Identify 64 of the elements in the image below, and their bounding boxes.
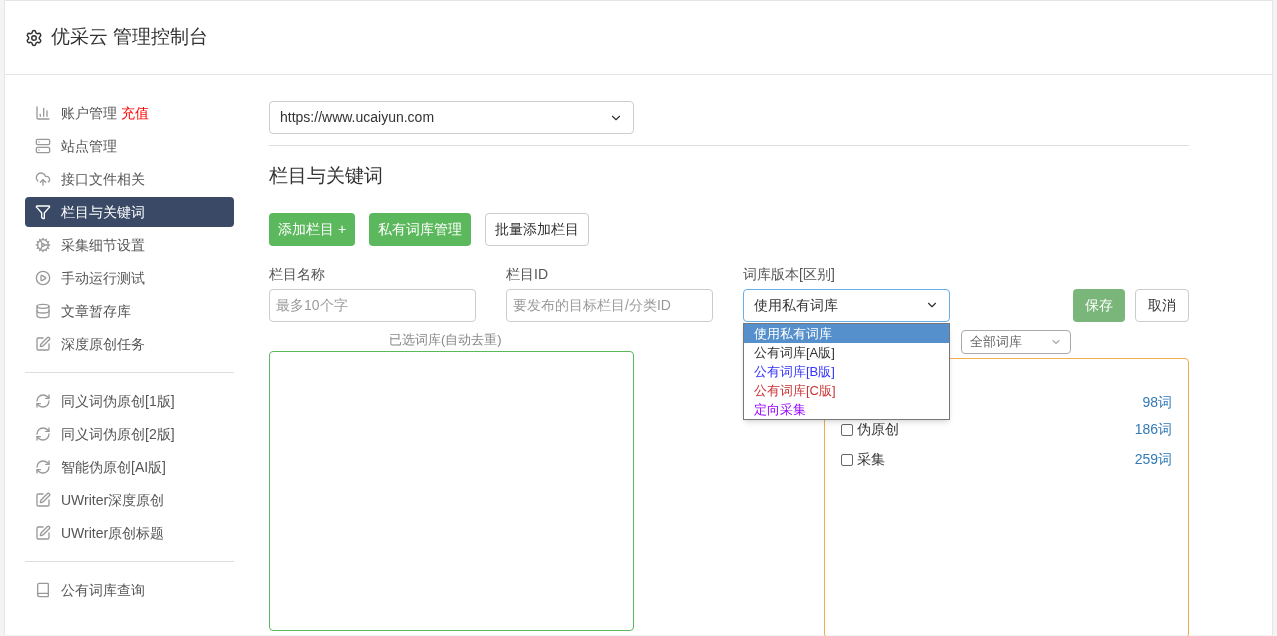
menu-label: 智能伪原创[AI版] (61, 457, 166, 477)
sidebar-item[interactable]: 手动运行测试 (25, 263, 234, 293)
library-checkbox[interactable] (841, 453, 853, 466)
name-input[interactable]: 最多10个字 (269, 288, 476, 322)
edit-icon (35, 525, 51, 541)
cloud-upload-icon (35, 171, 51, 187)
menu-label: 站点管理 (61, 136, 117, 156)
field-label: 栏目ID (506, 264, 549, 284)
menu-label: 深度原创任务 (61, 334, 145, 354)
refresh-icon (35, 459, 51, 475)
sidebar-item[interactable]: 深度原创任务 (25, 329, 234, 359)
filter-icon (35, 204, 51, 220)
server-icon (35, 138, 51, 154)
word-count: 186词 (1134, 420, 1172, 439)
menu-label: 采集细节设置 (61, 235, 145, 255)
library-name: 采集 (857, 450, 885, 469)
panel-label: 已选词库(自动去重) (388, 330, 503, 349)
sidebar-item[interactable]: 采集细节设置 (25, 230, 234, 260)
menu-label: UWriter深度原创 (61, 490, 165, 510)
sidebar-item[interactable]: UWriter深度原创 (25, 485, 234, 515)
toolbar-button[interactable]: 批量添加栏目 (485, 212, 590, 246)
play-icon (35, 270, 51, 286)
database-icon (35, 303, 51, 319)
site-select[interactable]: https://www.ucaiyun.com (269, 101, 634, 134)
menu-label: UWriter原创标题 (61, 523, 165, 543)
word-count: 98词 (1142, 393, 1172, 412)
menu-label: 栏目与关键词 (61, 202, 145, 222)
cancel-button[interactable]: 取消 (1135, 288, 1189, 322)
edit-icon (35, 492, 51, 508)
word-count: 259词 (1134, 450, 1172, 469)
sidebar-item[interactable]: 文章暂存库 (25, 296, 234, 326)
section-title: 栏目与关键词 (269, 164, 384, 188)
sidebar-item[interactable]: 同义词伪原创[1版] (25, 386, 234, 416)
library-filter-select[interactable]: 全部词库 (961, 329, 1071, 354)
menu-label: 公有词库查询 (61, 580, 145, 600)
menu-label: 账户管理 (61, 103, 117, 123)
book-icon (35, 582, 51, 598)
bar-chart-icon (35, 105, 51, 121)
menu-label: 接口文件相关 (61, 169, 145, 189)
library-checkbox[interactable] (841, 423, 853, 436)
menu-label: 文章暂存库 (61, 301, 131, 321)
menu-label: 同义词伪原创[2版] (61, 424, 175, 444)
console-title: 优采云 管理控制台 (51, 25, 209, 50)
field-label: 词库版本[区别] (743, 264, 836, 284)
sidebar-item[interactable]: 智能伪原创[AI版] (25, 452, 234, 482)
sidebar-item[interactable]: 栏目与关键词 (25, 197, 234, 227)
recharge-link[interactable]: 充值 (121, 102, 149, 124)
id-input[interactable]: 要发布的目标栏目/分类ID (506, 288, 713, 322)
sidebar-item[interactable]: 公有词库查询 (25, 575, 234, 605)
settings-icon (25, 28, 43, 47)
sidebar-item[interactable]: 同义词伪原创[2版] (25, 419, 234, 449)
edit-icon (35, 336, 51, 352)
sidebar-item[interactable]: UWriter原创标题 (25, 518, 234, 548)
field-label: 栏目名称 (269, 264, 326, 284)
gear-icon (35, 237, 51, 253)
menu-label: 手动运行测试 (61, 268, 145, 288)
sidebar-item[interactable]: 接口文件相关 (25, 164, 234, 194)
sidebar-item[interactable]: 账户管理 充值 (25, 98, 234, 128)
version-select[interactable]: 使用私有词库 (743, 288, 950, 322)
library-name: 伪原创 (857, 420, 899, 439)
menu-label: 同义词伪原创[1版] (61, 391, 175, 411)
refresh-icon (35, 426, 51, 442)
refresh-icon (35, 393, 51, 409)
sidebar-item[interactable]: 站点管理 (25, 131, 234, 161)
